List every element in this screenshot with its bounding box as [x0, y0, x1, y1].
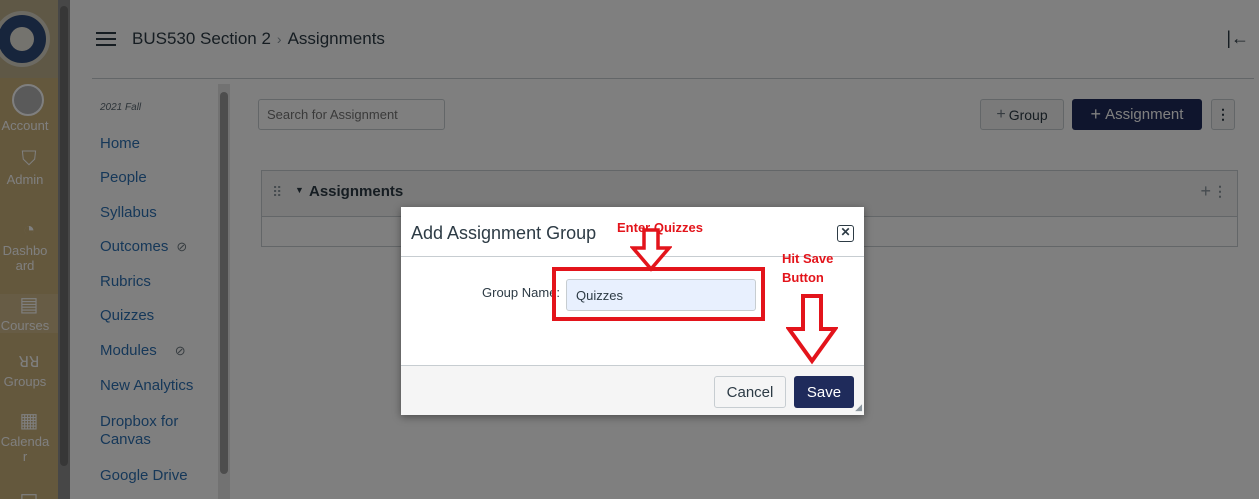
close-icon[interactable]: ✕	[837, 225, 854, 242]
resize-grip-icon[interactable]: ◢	[855, 402, 862, 413]
annotation-hit-save: Hit Save Button	[782, 249, 852, 287]
dialog-title: Add Assignment Group	[411, 223, 597, 243]
group-name-label: Group Name:	[482, 285, 561, 300]
down-arrow-icon	[630, 228, 672, 272]
highlight-box-group-name	[552, 267, 765, 321]
cancel-button[interactable]: Cancel	[714, 376, 786, 408]
down-arrow-save-icon	[786, 294, 838, 365]
dialog-footer: Cancel Save ◢	[401, 365, 864, 415]
annotation-hit-save-line2: Button	[782, 270, 824, 285]
annotation-hit-save-line1: Hit Save	[782, 251, 834, 266]
save-button[interactable]: Save	[794, 376, 854, 408]
